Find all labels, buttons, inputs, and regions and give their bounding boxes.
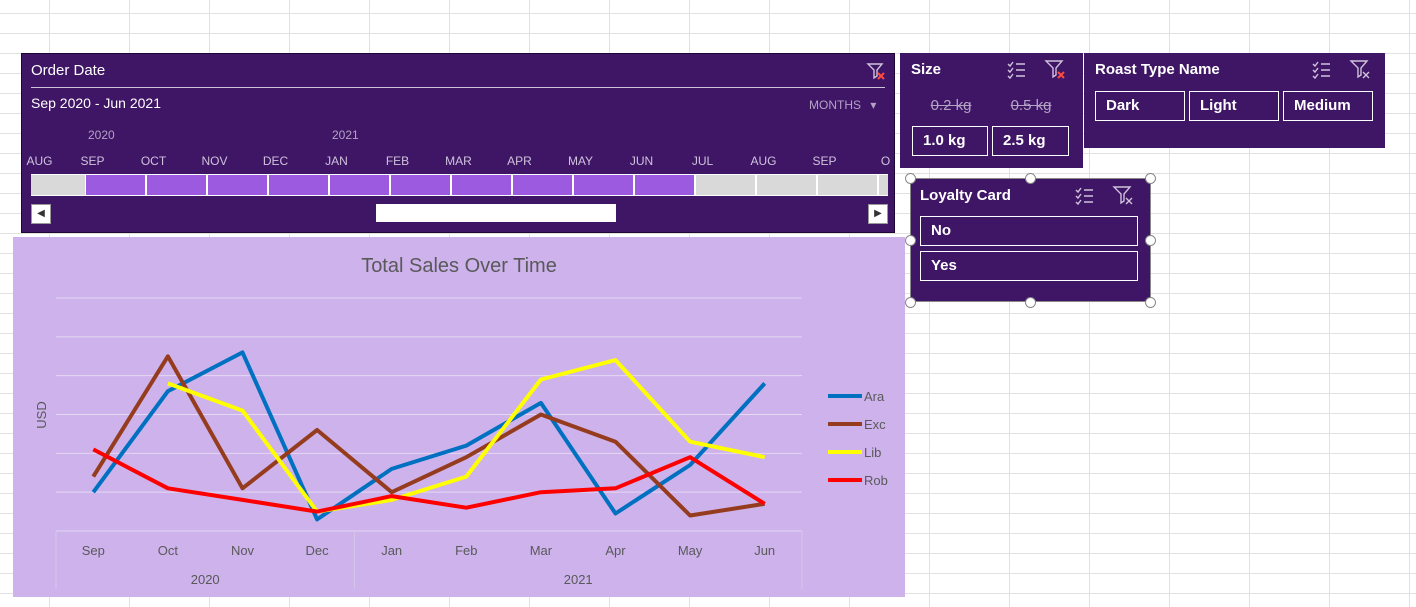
roast-item-dark[interactable]: Dark bbox=[1095, 91, 1185, 121]
time-level-dropdown[interactable]: MONTHS ▾ bbox=[809, 98, 876, 112]
legend-label: Ara bbox=[864, 389, 885, 404]
timeline-month-label: NOV bbox=[201, 154, 228, 168]
multi-select-icon[interactable] bbox=[1005, 58, 1027, 80]
timeline-month-cell[interactable] bbox=[330, 175, 389, 195]
resize-handle[interactable] bbox=[905, 173, 916, 184]
timeline-year-2020: 2020 bbox=[88, 128, 115, 142]
multi-select-icon[interactable] bbox=[1310, 58, 1332, 80]
timeline-month-cell[interactable] bbox=[86, 175, 145, 195]
resize-handle[interactable] bbox=[1145, 235, 1156, 246]
timeline-month-cell[interactable] bbox=[208, 175, 267, 195]
x-tick-label: Sep bbox=[82, 543, 105, 558]
sales-line-chart: Total Sales Over Time USD 2020 2021 Sep Oct No… bbox=[34, 255, 888, 589]
size-slicer[interactable]: Size 0.2 kg 0.5 kg 1.0 kg 2.5 kg bbox=[900, 53, 1083, 168]
chart-title: Total Sales Over Time bbox=[361, 255, 557, 277]
roast-slicer-title: Roast Type Name bbox=[1095, 61, 1220, 78]
timeline-range-label: Sep 2020 - Jun 2021 bbox=[31, 95, 161, 111]
size-item-1-0kg[interactable]: 1.0 kg bbox=[912, 126, 988, 156]
order-date-timeline[interactable]: Order Date Sep 2020 - Jun 2021 MONTHS ▾ … bbox=[21, 53, 895, 233]
timeline-month-cell[interactable] bbox=[696, 175, 755, 195]
timeline-month-label: MAR bbox=[445, 154, 472, 168]
legend-label: Rob bbox=[864, 473, 888, 488]
timeline-title: Order Date bbox=[31, 62, 106, 79]
timeline-month-cell[interactable] bbox=[513, 175, 572, 195]
resize-handle[interactable] bbox=[905, 235, 916, 246]
roast-type-slicer[interactable]: Roast Type Name Dark Light Medium bbox=[1084, 53, 1385, 148]
timeline-month-label: JUL bbox=[691, 154, 714, 168]
x-tick-label: Jan bbox=[381, 543, 402, 558]
timeline-month-cell[interactable] bbox=[635, 175, 694, 195]
y-axis-label: USD bbox=[34, 401, 49, 428]
timeline-month-label: DEC bbox=[262, 154, 289, 168]
scroll-thumb[interactable] bbox=[376, 204, 616, 222]
resize-handle[interactable] bbox=[1145, 173, 1156, 184]
scroll-right-icon[interactable]: ▶ bbox=[868, 204, 888, 224]
timeline-month-label: FEB bbox=[385, 154, 410, 168]
timeline-scrollbar[interactable]: ◀ ▶ bbox=[31, 204, 888, 224]
timeline-month-label: MAY bbox=[567, 154, 594, 168]
x-tick-label: Nov bbox=[231, 543, 255, 558]
size-item-0-2kg[interactable]: 0.2 kg bbox=[912, 91, 990, 121]
timeline-month-cell[interactable] bbox=[391, 175, 450, 195]
x-axis-group-label: 2020 bbox=[191, 572, 220, 587]
x-tick-label: Oct bbox=[158, 543, 179, 558]
resize-handle[interactable] bbox=[1145, 297, 1156, 308]
roast-item-light[interactable]: Light bbox=[1189, 91, 1279, 121]
resize-handle[interactable] bbox=[905, 297, 916, 308]
time-level-label: MONTHS bbox=[809, 98, 861, 112]
resize-handle[interactable] bbox=[1025, 297, 1036, 308]
timeline-month-label: JUN bbox=[629, 154, 654, 168]
timeline-divider bbox=[31, 87, 885, 88]
selection-frame bbox=[910, 178, 1151, 302]
chevron-down-icon: ▾ bbox=[870, 98, 877, 112]
timeline-year-2021: 2021 bbox=[332, 128, 359, 142]
clear-filter-icon[interactable] bbox=[1044, 58, 1066, 80]
size-item-0-5kg[interactable]: 0.5 kg bbox=[992, 91, 1070, 121]
size-slicer-title: Size bbox=[911, 61, 942, 78]
timeline-month-cell[interactable] bbox=[818, 175, 877, 195]
timeline-month-label: AUG bbox=[750, 154, 777, 168]
timeline-bar[interactable] bbox=[31, 174, 888, 196]
timeline-month-cell[interactable] bbox=[757, 175, 816, 195]
x-tick-label: Dec bbox=[306, 543, 330, 558]
x-tick-label: Mar bbox=[530, 543, 553, 558]
x-tick-label: Feb bbox=[455, 543, 477, 558]
clear-filter-icon[interactable] bbox=[865, 60, 887, 82]
timeline-month-label: JAN bbox=[325, 154, 348, 168]
clear-filter-icon[interactable] bbox=[1349, 58, 1371, 80]
x-tick-label: May bbox=[678, 543, 703, 558]
timeline-month-label: APR bbox=[507, 154, 532, 168]
timeline-month-label: SEP bbox=[80, 154, 105, 168]
sales-chart[interactable]: Total Sales Over Time USD 2020 2021 Sep Oct No… bbox=[13, 237, 905, 597]
roast-item-medium[interactable]: Medium bbox=[1283, 91, 1373, 121]
timeline-month-cell[interactable] bbox=[574, 175, 633, 195]
timeline-month-cell[interactable] bbox=[147, 175, 206, 195]
x-tick-label: Jun bbox=[754, 543, 775, 558]
timeline-month-cell[interactable] bbox=[269, 175, 328, 195]
legend-label: Lib bbox=[864, 445, 881, 460]
size-item-2-5kg[interactable]: 2.5 kg bbox=[992, 126, 1069, 156]
scroll-left-icon[interactable]: ◀ bbox=[31, 204, 51, 224]
resize-handle[interactable] bbox=[1025, 173, 1036, 184]
timeline-month-cell[interactable] bbox=[879, 175, 888, 195]
timeline-month-cell[interactable] bbox=[31, 175, 85, 195]
x-tick-label: Apr bbox=[605, 543, 626, 558]
x-axis-group-label: 2021 bbox=[564, 572, 593, 587]
timeline-month-label: SEP bbox=[812, 154, 837, 168]
timeline-month-label: AUG bbox=[26, 154, 53, 168]
timeline-month-label: OCT bbox=[140, 154, 167, 168]
legend-label: Exc bbox=[864, 417, 886, 432]
timeline-month-cell[interactable] bbox=[452, 175, 511, 195]
